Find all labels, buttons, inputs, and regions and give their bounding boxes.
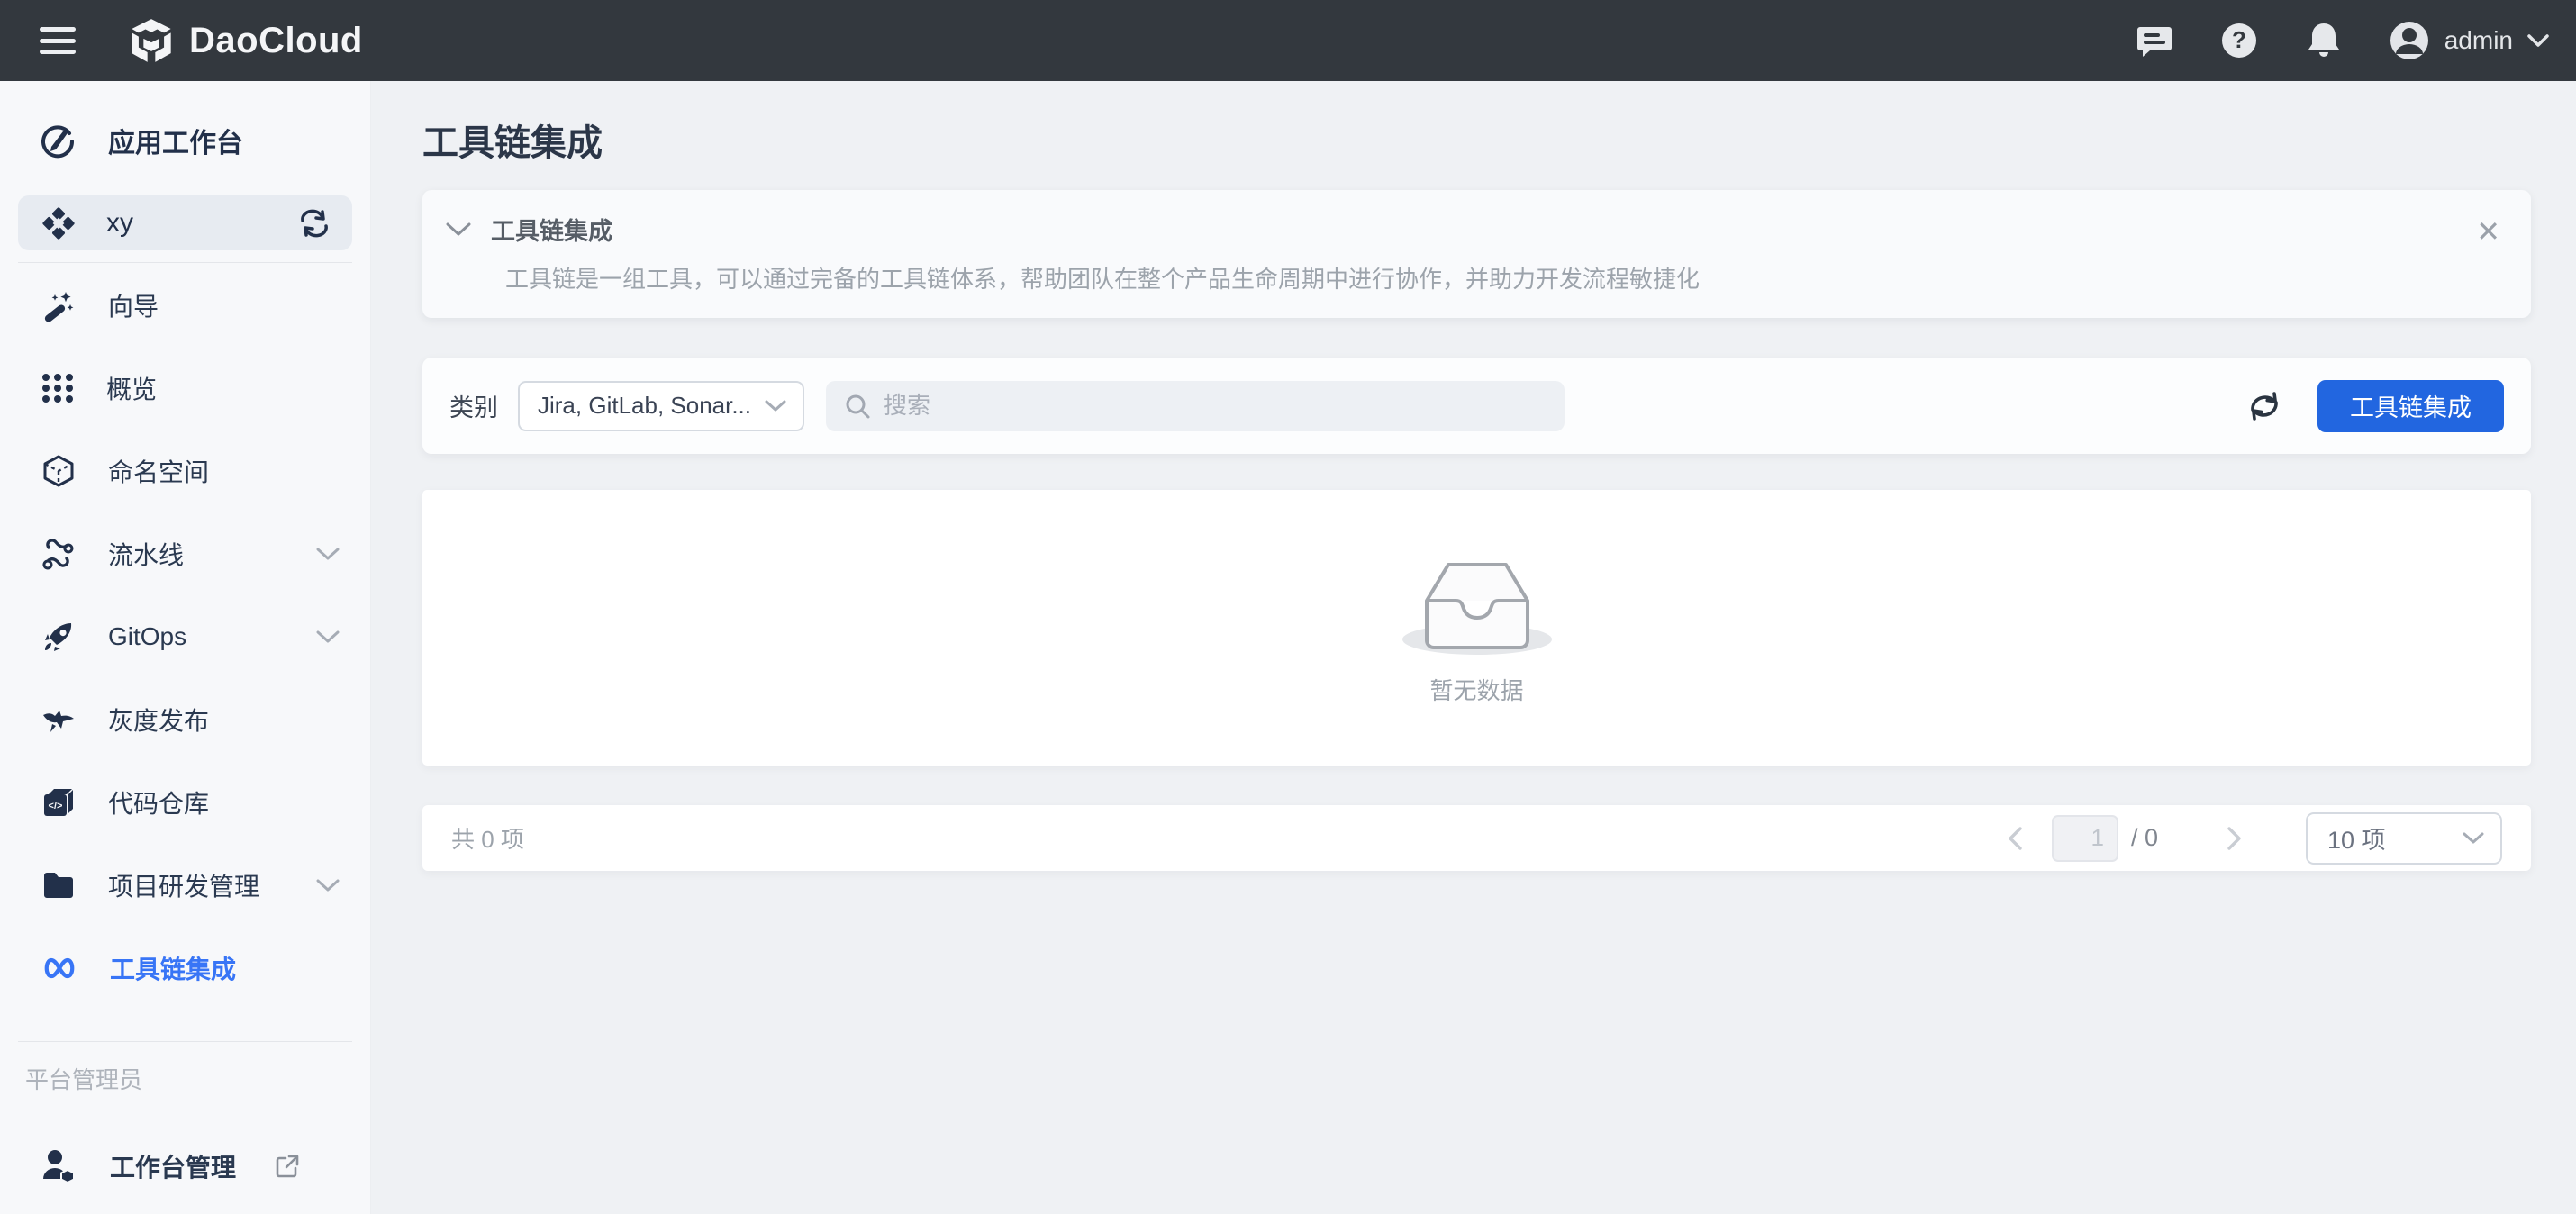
- search-input[interactable]: [884, 392, 1547, 420]
- feedback-icon[interactable]: [2135, 21, 2174, 60]
- sidebar-item-label: 概览: [106, 370, 157, 406]
- banner-title: 工具链集成: [491, 212, 612, 247]
- chevron-down-icon: [316, 879, 340, 892]
- pagination-bar: 共 0 项 1 / 0 10 项: [422, 805, 2531, 871]
- svg-text:</>: </>: [49, 801, 63, 811]
- refresh-icon[interactable]: [2245, 388, 2283, 424]
- daocloud-logo-icon: [128, 17, 175, 64]
- help-icon[interactable]: ?: [2219, 21, 2259, 60]
- chevron-down-icon: [2527, 34, 2549, 47]
- sidebar-header-label: 应用工作台: [108, 121, 243, 160]
- external-link-icon: [274, 1153, 301, 1180]
- brand-name: DaoCloud: [189, 21, 363, 61]
- category-select-value: Jira, GitLab, Sonar...: [538, 392, 751, 420]
- sidebar-item-toolchain-integration[interactable]: 工具链集成: [0, 927, 370, 1010]
- page-title: 工具链集成: [422, 113, 2531, 166]
- sidebar-item-overview[interactable]: 概览: [0, 347, 370, 430]
- chevron-down-icon: [316, 630, 340, 644]
- sidebar-item-canary-release[interactable]: 灰度发布: [0, 678, 370, 761]
- user-menu[interactable]: admin: [2389, 20, 2549, 61]
- search-box: [826, 381, 1565, 431]
- toolchain-integration-button[interactable]: 工具链集成: [2317, 380, 2504, 432]
- sidebar-item-workbench-management[interactable]: 工作台管理: [0, 1141, 370, 1191]
- pipeline-icon: [41, 537, 76, 571]
- main-content: 工具链集成 工具链集成 工具链是一组工具，可以通过完备的工具链体系，帮助团队在整…: [371, 81, 2576, 1214]
- avatar: [2389, 20, 2430, 61]
- workbench-icon: [40, 122, 76, 159]
- bird-icon: [41, 702, 76, 737]
- menu-toggle-icon[interactable]: [40, 27, 76, 54]
- sidebar-item-wizard[interactable]: 向导: [0, 264, 370, 347]
- admin-user-icon: [41, 1148, 77, 1184]
- sidebar-item-label: 工作台管理: [110, 1148, 236, 1184]
- workspace-selector[interactable]: xy: [18, 195, 352, 250]
- filter-bar: 类别 Jira, GitLab, Sonar...: [422, 358, 2531, 454]
- category-label: 类别: [449, 388, 498, 423]
- wand-icon: [41, 288, 76, 322]
- code-repo-icon: </>: [41, 785, 76, 820]
- folder-icon: [41, 868, 76, 902]
- banner-description: 工具链是一组工具，可以通过完备的工具链体系，帮助团队在整个产品生命周期中进行协作…: [505, 261, 2459, 294]
- rocket-icon: [41, 620, 76, 654]
- chevron-down-icon: [316, 548, 340, 561]
- total-count: 共 0 项: [451, 821, 524, 855]
- empty-inbox-icon: [1401, 550, 1554, 658]
- collapse-chevron-icon[interactable]: [446, 222, 471, 237]
- sidebar-item-pipeline[interactable]: 流水线: [0, 512, 370, 595]
- empty-state: 暂无数据: [422, 490, 2531, 766]
- prev-page-icon[interactable]: [2001, 826, 2028, 851]
- sidebar-item-gitops[interactable]: GitOps: [0, 595, 370, 678]
- sidebar-item-namespace[interactable]: 命名空间: [0, 430, 370, 512]
- sidebar-item-label: 工具链集成: [110, 950, 236, 986]
- username: admin: [2444, 26, 2513, 55]
- topbar: DaoCloud ?: [0, 0, 2576, 81]
- sidebar-item-app-workbench[interactable]: 应用工作台: [0, 115, 370, 166]
- page-number-input[interactable]: 1: [2052, 815, 2118, 862]
- sidebar-item-label: 流水线: [108, 536, 184, 572]
- search-icon: [844, 393, 871, 420]
- sidebar-item-label: 代码仓库: [108, 784, 209, 820]
- category-select[interactable]: Jira, GitLab, Sonar...: [518, 381, 804, 431]
- sidebar-item-code-repository[interactable]: </> 代码仓库: [0, 761, 370, 844]
- grid-icon: [41, 372, 74, 404]
- svg-text:?: ?: [2232, 26, 2246, 53]
- sidebar-item-label: 项目研发管理: [108, 867, 259, 903]
- sidebar-divider: [18, 1041, 352, 1042]
- cube-icon: [41, 454, 76, 488]
- workspace-switch-icon[interactable]: [298, 209, 331, 238]
- sidebar-item-label: 命名空间: [108, 453, 209, 489]
- empty-state-text: 暂无数据: [1429, 673, 1523, 706]
- chevron-down-icon: [2463, 832, 2484, 845]
- workspace-icon: [41, 206, 76, 240]
- chevron-down-icon: [765, 400, 786, 412]
- notification-bell-icon[interactable]: [2304, 21, 2344, 60]
- sidebar-section-label: 平台管理员: [25, 1060, 370, 1096]
- info-banner: 工具链集成 工具链是一组工具，可以通过完备的工具链体系，帮助团队在整个产品生命周…: [422, 190, 2531, 318]
- sidebar-divider: [18, 262, 352, 263]
- sidebar-item-label: 灰度发布: [108, 702, 209, 738]
- sidebar-item-label: GitOps: [108, 622, 186, 651]
- brand: DaoCloud: [128, 17, 363, 64]
- sidebar-item-label: 向导: [108, 287, 159, 323]
- close-icon[interactable]: ✕: [2476, 217, 2500, 246]
- page-count: / 0: [2131, 824, 2158, 852]
- sidebar: 应用工作台 xy: [0, 81, 371, 1214]
- sidebar-item-project-management[interactable]: 项目研发管理: [0, 844, 370, 927]
- page-size-select[interactable]: 10 项: [2306, 812, 2502, 865]
- infinity-icon: [41, 956, 77, 980]
- page-size-value: 10 项: [2327, 820, 2386, 856]
- next-page-icon[interactable]: [2221, 826, 2248, 851]
- workspace-name: xy: [106, 208, 133, 239]
